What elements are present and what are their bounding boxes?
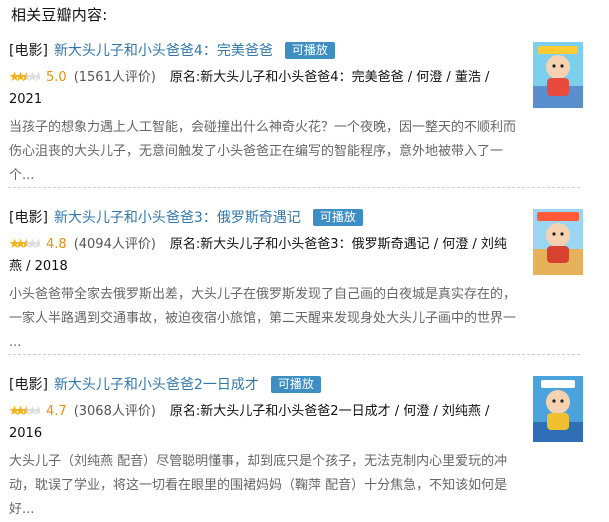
- movie-poster-image[interactable]: [533, 376, 583, 442]
- vote-count: (4094人评价): [73, 237, 156, 252]
- result-title-row: [电影] 新大头儿子和小头爸爸3：俄罗斯奇遇记 可播放: [9, 207, 529, 229]
- meta-year: 2021: [9, 92, 43, 107]
- original-name-info: 原名:新大头儿子和小头爸爸2一日成才 / 何澄 / 刘纯燕 /: [169, 404, 490, 419]
- result-divider: [8, 354, 580, 355]
- movie-title-link[interactable]: 新大头儿子和小头爸爸2一日成才: [54, 377, 259, 393]
- movie-title-link[interactable]: 新大头儿子和小头爸爸4：完美爸爸: [54, 43, 273, 59]
- description-line: ...: [9, 335, 22, 350]
- playable-badge[interactable]: 可播放: [312, 209, 363, 226]
- category-label: [电影]: [9, 210, 48, 226]
- result-meta: 5.0 (1561人评价) 原名:新大头儿子和小头爸爸4：完美爸爸 / 何澄 / 董…: [9, 67, 529, 111]
- playable-badge[interactable]: 可播放: [284, 42, 335, 59]
- result-meta: 4.7 (3068人评价) 原名:新大头儿子和小头爸爸2一日成才 / 何澄 / 刘纯…: [9, 401, 529, 445]
- star-rating-icon: [9, 71, 40, 82]
- search-result-item: [电影] 新大头儿子和小头爸爸4：完美爸爸 可播放 5.0 (1561人评价) 原名:新…: [9, 40, 529, 188]
- description-line: 当孩子的想象力遇上人工智能，会碰撞出什么神奇火花？一个夜晚，因一整天的不顺利而: [9, 120, 517, 135]
- result-meta: 4.8 (4094人评价) 原名:新大头儿子和小头爸爸3：俄罗斯奇遇记 / 何澄 /…: [9, 234, 529, 278]
- description-line: 伤心沮丧的大头儿子，无意间触发了小头爸爸正在编写的智能程序，意外地被带入了一: [9, 144, 504, 159]
- movie-poster-image[interactable]: [533, 209, 583, 275]
- description-line: 小头爸爸带全家去俄罗斯出差，大头儿子在俄罗斯发现了自己画的白夜城是真实存在的，: [9, 287, 517, 302]
- rating-score: 4.8: [46, 237, 67, 252]
- movie-description: 当孩子的想象力遇上人工智能，会碰撞出什么神奇火花？一个夜晚，因一整天的不顺利而 …: [9, 116, 529, 188]
- vote-count: (1561人评价): [73, 70, 156, 85]
- search-result-item: [电影] 新大头儿子和小头爸爸3：俄罗斯奇遇记 可播放 4.8 (4094人评价) 原名…: [9, 207, 529, 355]
- section-heading: 相关豆瓣内容:: [11, 6, 108, 24]
- meta-year: 2016: [9, 426, 43, 441]
- result-divider: [8, 187, 580, 188]
- movie-description: 大头儿子（刘纯燕 配音）尽管聪明懂事，却到底只是个孩子，无法克制内心里爱玩的冲 …: [9, 450, 529, 522]
- category-label: [电影]: [9, 43, 48, 59]
- movie-poster-image[interactable]: [533, 42, 583, 108]
- movie-description: 小头爸爸带全家去俄罗斯出差，大头儿子在俄罗斯发现了自己画的白夜城是真实存在的， …: [9, 283, 529, 355]
- search-result-item: [电影] 新大头儿子和小头爸爸2一日成才 可播放 4.7 (3068人评价) 原名:新大…: [9, 374, 529, 522]
- description-line: 一家人半路遇到交通事故，被迫夜宿小旅馆，第二天醒来发现身处大头儿子画中的世界一: [9, 311, 517, 326]
- original-name-info: 原名:新大头儿子和小头爸爸3：俄罗斯奇遇记 / 何澄 / 刘纯: [169, 237, 507, 252]
- star-rating-icon: [9, 238, 40, 249]
- rating-score: 4.7: [46, 404, 67, 419]
- vote-count: (3068人评价): [73, 404, 156, 419]
- star-rating-icon: [9, 405, 40, 416]
- movie-title-link[interactable]: 新大头儿子和小头爸爸3：俄罗斯奇遇记: [54, 210, 301, 226]
- description-line: 大头儿子（刘纯燕 配音）尽管聪明懂事，却到底只是个孩子，无法克制内心里爱玩的冲: [9, 454, 508, 469]
- original-name-info: 原名:新大头儿子和小头爸爸4：完美爸爸 / 何澄 / 董浩 /: [169, 70, 490, 85]
- category-label: [电影]: [9, 377, 48, 393]
- description-line: 好...: [9, 502, 35, 517]
- result-title-row: [电影] 新大头儿子和小头爸爸2一日成才 可播放: [9, 374, 529, 396]
- description-line: 个...: [9, 168, 35, 183]
- meta-year: 燕 / 2018: [9, 259, 68, 274]
- result-title-row: [电影] 新大头儿子和小头爸爸4：完美爸爸 可播放: [9, 40, 529, 62]
- rating-score: 5.0: [46, 70, 67, 85]
- playable-badge[interactable]: 可播放: [270, 376, 321, 393]
- description-line: 动，耽误了学业，将这一切看在眼里的围裙妈妈（鞠萍 配音）十分焦急，不知该如何是: [9, 478, 508, 493]
